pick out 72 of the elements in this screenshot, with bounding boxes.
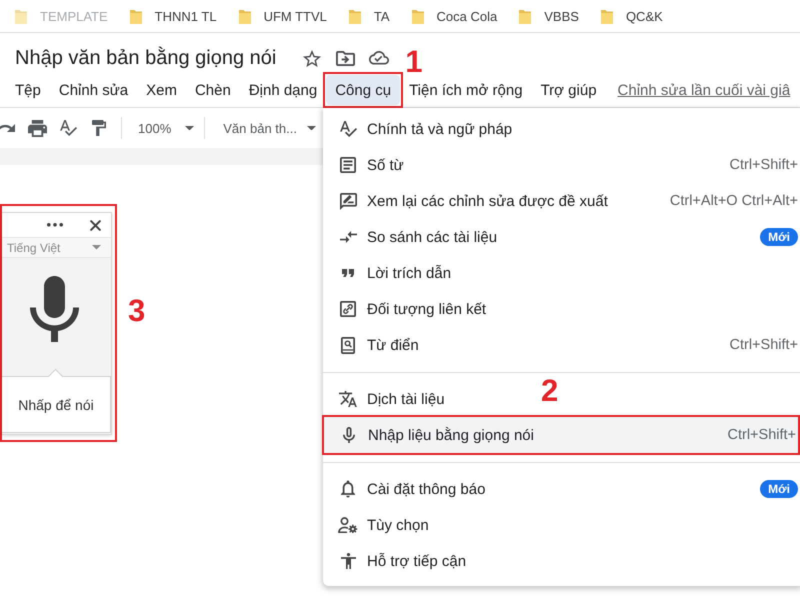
accessibility-icon: [340, 552, 356, 570]
menu-bar-item[interactable]: Chèn: [186, 75, 240, 105]
bookmark-link[interactable]: Coca Cola: [412, 4, 498, 28]
microphone-button[interactable]: [2, 258, 111, 368]
bookmark-link[interactable]: THNN1 TL: [130, 4, 217, 28]
folder-icon: [519, 8, 532, 24]
menu-bar-item[interactable]: Xem: [137, 75, 186, 105]
menu-bar-item[interactable]: Chỉnh sửa: [50, 75, 138, 105]
menu-item[interactable]: Từ điển Ctrl+Shift+: [323, 327, 800, 363]
callout-number: 1: [405, 46, 422, 77]
microphone-icon: [343, 426, 355, 444]
menu-bar-item[interactable]: Công cụ: [326, 75, 400, 105]
callout-number: 3: [128, 295, 146, 326]
menu-item[interactable]: Cài đặt thông báo Mới: [323, 471, 800, 507]
menu-item[interactable]: Tùy chọn: [323, 507, 439, 543]
folder-icon: [348, 8, 361, 24]
comment-pen-icon: [340, 192, 356, 210]
menu-item[interactable]: So sánh các tài liệu Mới: [323, 219, 800, 255]
last-edit-link[interactable]: Chỉnh sửa lần cuối vài giâ: [618, 82, 790, 98]
microphone-icon: [30, 276, 79, 342]
menu-item[interactable]: Chính tả và ngữ pháp: [323, 111, 522, 147]
menu-item[interactable]: Dịch tài liệu: [323, 381, 455, 417]
quote-icon: [342, 268, 354, 278]
folder-icon: [238, 8, 251, 24]
menu-item[interactable]: Nhập liệu bằng giọng nói Ctrl+Shift+: [324, 417, 798, 453]
bookmark-link[interactable]: QC&K: [600, 4, 663, 28]
caret-icon: [306, 126, 316, 130]
folder-icon: [15, 8, 27, 24]
document-lines-icon: [340, 157, 356, 173]
document-title[interactable]: Nhập văn bản bằng giọng nói: [15, 46, 276, 70]
shortcut-text: Ctrl+Alt+O Ctrl+Alt+: [670, 193, 798, 209]
folder-arrow-icon[interactable]: [336, 50, 356, 66]
menu-bar-item[interactable]: Định dạng: [240, 75, 326, 105]
shortcut-text: Ctrl+Shift+: [728, 427, 796, 443]
bell-icon: [341, 480, 355, 498]
menu-item[interactable]: Lời trích dẫn: [323, 255, 462, 291]
printer-icon[interactable]: [28, 120, 47, 136]
folder-icon: [130, 8, 142, 24]
redo-icon[interactable]: [0, 124, 15, 132]
shortcut-text: Ctrl+Shift+: [730, 337, 798, 353]
bookmark-link[interactable]: VBBS: [519, 4, 579, 28]
paint-roller-icon[interactable]: [92, 120, 106, 136]
arrows-icon: [340, 231, 356, 243]
bookmark-link[interactable]: TA: [348, 4, 390, 28]
menu-item[interactable]: Đối tượng liên kết: [323, 291, 496, 327]
menu-item[interactable]: Xem lại các chỉnh sửa được đề xuất Ctrl+Alt+O Ctrl+Alt+: [323, 183, 800, 219]
menu-bar-item[interactable]: Tệp: [6, 75, 50, 105]
new-badge: Mới: [760, 480, 798, 498]
star-icon[interactable]: [303, 50, 322, 66]
shortcut-text: Ctrl+Shift+: [730, 157, 798, 173]
person-gear-icon: [338, 516, 358, 534]
spellcheck-icon[interactable]: [60, 120, 77, 136]
menu-bar-item[interactable]: Trợ giúp: [532, 75, 606, 105]
zoom-dropdown[interactable]: 100%: [132, 114, 198, 142]
caret-icon: [92, 245, 101, 250]
more-icon[interactable]: [47, 223, 63, 227]
menu-item[interactable]: Hỗ trợ tiếp cận: [323, 543, 476, 579]
menu-bar-item[interactable]: Tiện ích mở rộng: [400, 75, 532, 105]
translate-icon: [339, 390, 357, 408]
callout-number: 2: [541, 375, 558, 406]
bookmark-link[interactable]: UFM TTVL: [238, 4, 327, 28]
link-box-icon: [340, 301, 356, 317]
book-icon: [341, 336, 355, 354]
caret-icon: [185, 126, 194, 130]
folder-icon: [600, 8, 613, 24]
style-dropdown[interactable]: Văn bản th...: [216, 114, 318, 142]
menu-item[interactable]: Số từ Ctrl+Shift+: [323, 147, 800, 183]
new-badge: Mới: [760, 228, 798, 246]
cloud-check-icon[interactable]: [369, 51, 390, 65]
spellcheck-icon: [340, 121, 356, 137]
close-icon[interactable]: [90, 220, 101, 230]
folder-icon: [412, 8, 424, 24]
